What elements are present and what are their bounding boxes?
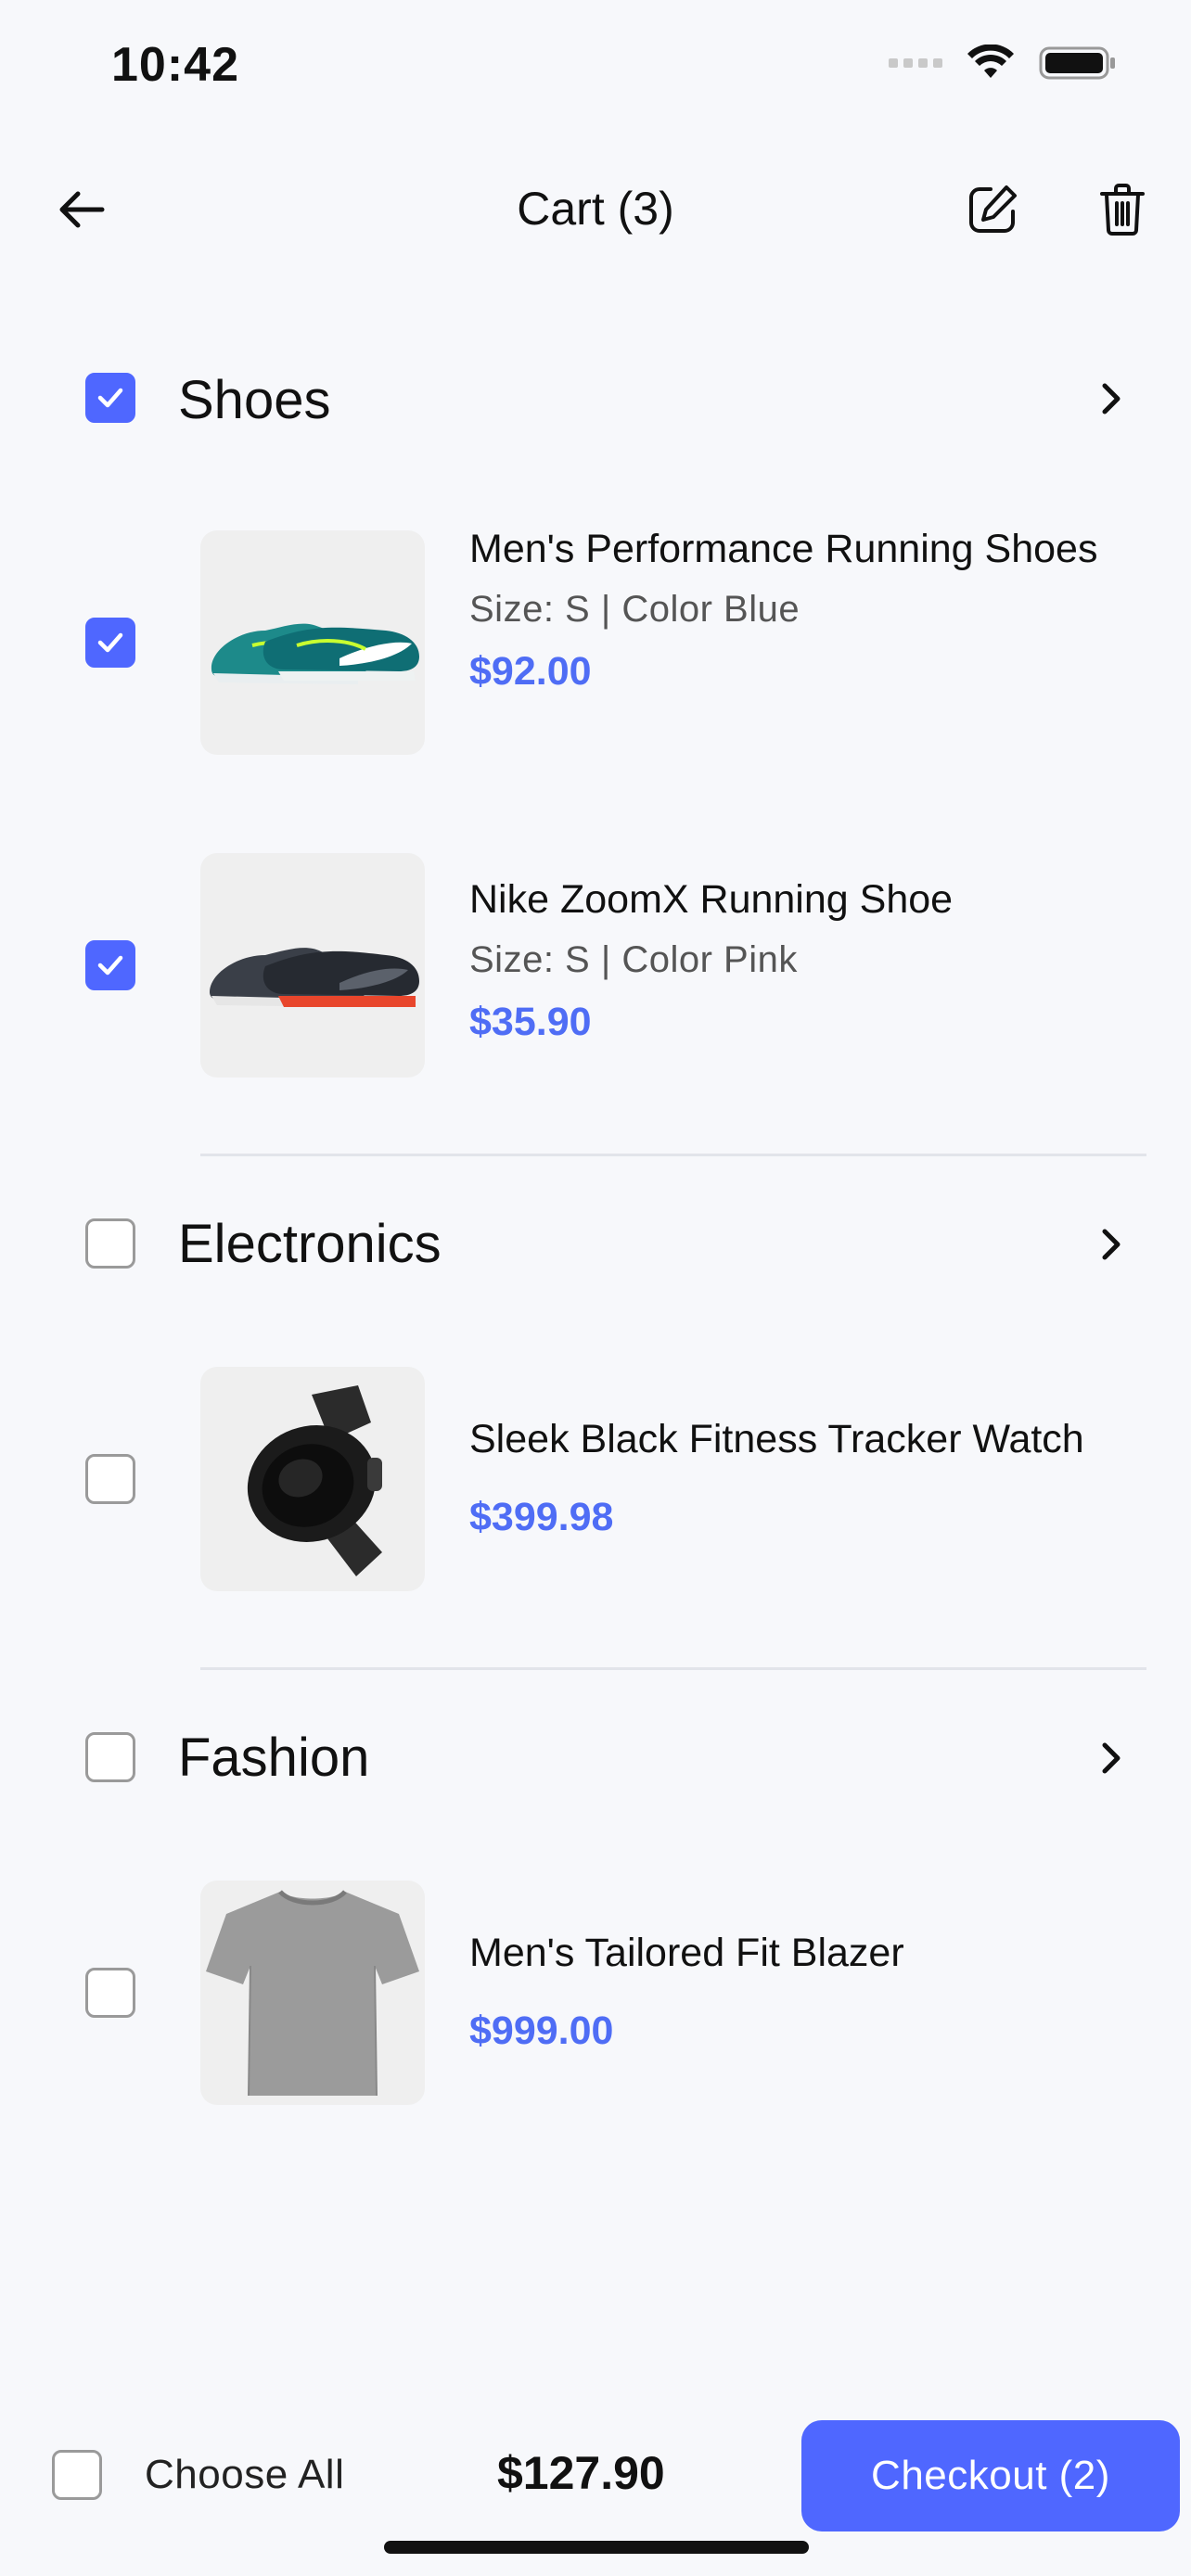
chevron-right-icon[interactable] xyxy=(1083,1217,1139,1272)
chevron-right-icon[interactable] xyxy=(1083,371,1139,427)
item-checkbox[interactable] xyxy=(85,940,135,990)
section-divider xyxy=(200,1154,1146,1156)
checkout-button[interactable]: Checkout (2) xyxy=(801,2420,1180,2531)
item-info: Men's Tailored Fit Blazer $999.00 xyxy=(469,1925,1154,2054)
item-checkbox[interactable] xyxy=(85,1454,135,1504)
item-checkbox[interactable] xyxy=(85,618,135,668)
item-checkbox[interactable] xyxy=(85,1968,135,2018)
item-price: $399.98 xyxy=(469,1495,614,1539)
delete-button[interactable] xyxy=(1085,172,1159,247)
teal-running-shoes-image xyxy=(211,623,419,684)
check-icon xyxy=(97,632,123,653)
choose-all-checkbox[interactable] xyxy=(52,2450,102,2500)
product-image[interactable] xyxy=(200,1881,425,2105)
category-title: Shoes xyxy=(178,370,331,430)
item-variant: Size: S | Color Pink xyxy=(469,939,798,980)
item-info: Nike ZoomX Running Shoe Size: S | Color … xyxy=(469,872,1154,1045)
chevron-right-icon[interactable] xyxy=(1083,1730,1139,1786)
category-title: Fashion xyxy=(178,1728,370,1788)
section-divider xyxy=(200,1667,1146,1670)
item-name: Nike ZoomX Running Shoe xyxy=(469,877,954,922)
item-name: Sleek Black Fitness Tracker Watch xyxy=(469,1417,1084,1461)
total-price: $127.90 xyxy=(497,2447,665,2499)
product-image[interactable] xyxy=(200,1367,425,1591)
header: Cart (3) xyxy=(0,148,1191,269)
item-price: $999.00 xyxy=(469,2009,614,2053)
category-title: Electronics xyxy=(178,1214,442,1274)
check-icon xyxy=(97,388,123,408)
trash-icon xyxy=(1100,184,1145,236)
edit-button[interactable] xyxy=(955,172,1030,247)
category-shoes: Shoes xyxy=(0,334,1191,464)
category-header[interactable]: Shoes xyxy=(0,334,1191,464)
dark-running-shoes-image xyxy=(210,948,419,1007)
category-checkbox[interactable] xyxy=(85,373,135,423)
gray-tshirt-image xyxy=(206,1890,419,2097)
battery-icon xyxy=(1039,46,1115,80)
product-image[interactable] xyxy=(200,530,425,755)
product-image[interactable] xyxy=(200,853,425,1078)
black-smartwatch-image xyxy=(247,1385,382,1576)
cellular-signal-icon xyxy=(889,58,942,68)
home-indicator xyxy=(384,2541,809,2554)
item-name: Men's Performance Running Shoes xyxy=(469,527,1098,571)
status-time: 10:42 xyxy=(111,38,239,92)
item-price: $92.00 xyxy=(469,649,592,694)
item-info: Sleek Black Fitness Tracker Watch $399.9… xyxy=(469,1411,1154,1540)
wifi-icon xyxy=(967,45,1014,78)
item-name: Men's Tailored Fit Blazer xyxy=(469,1931,904,1975)
item-info: Men's Performance Running Shoes Size: S … xyxy=(469,521,1154,695)
status-icons xyxy=(889,45,1117,82)
edit-icon xyxy=(969,185,1017,233)
category-checkbox[interactable] xyxy=(85,1732,135,1782)
item-price: $35.90 xyxy=(469,1000,592,1044)
item-variant: Size: S | Color Blue xyxy=(469,589,800,630)
category-checkbox[interactable] xyxy=(85,1218,135,1269)
choose-all-label[interactable]: Choose All xyxy=(145,2452,344,2498)
status-bar: 10:42 xyxy=(0,0,1191,130)
check-icon xyxy=(97,955,123,976)
